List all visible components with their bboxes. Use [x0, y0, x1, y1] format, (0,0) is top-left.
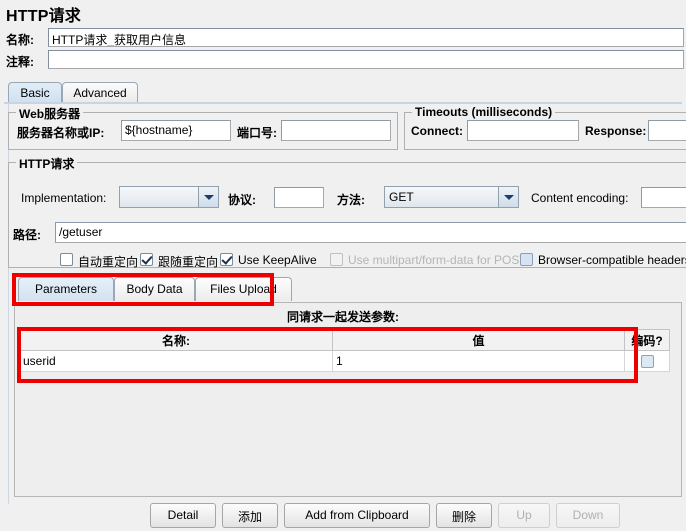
web-server-legend: Web服务器 [16, 105, 84, 122]
cell-param-name[interactable]: userid [19, 350, 333, 372]
name-input[interactable]: HTTP请求_获取用户信息 [48, 28, 684, 47]
chevron-down-icon[interactable] [198, 187, 218, 207]
parameters-caption: 同请求一起发送参数: [287, 310, 399, 324]
checkbox-label: 跟随重定向 [158, 255, 219, 269]
protocol-label: 协议: [228, 193, 256, 207]
tab-advanced[interactable]: Advanced [62, 82, 138, 103]
comment-input[interactable] [48, 50, 684, 69]
timeouts-legend: Timeouts (milliseconds) [412, 105, 556, 119]
chevron-down-icon[interactable] [498, 187, 518, 207]
encode-checkbox[interactable] [640, 355, 654, 369]
checkbox-box[interactable] [140, 253, 153, 266]
checkbox-label: Browser-compatible headers [538, 253, 686, 267]
name-label: 名称: [6, 33, 34, 47]
connect-timeout-input[interactable] [467, 120, 579, 141]
method-dropdown[interactable]: GET [384, 186, 519, 208]
port-input[interactable] [281, 120, 391, 141]
table-header-row: 名称: 值 编码? [19, 329, 670, 351]
method-value: GET [389, 190, 414, 204]
cell-param-value[interactable]: 1 [332, 350, 625, 372]
tab-body-data[interactable]: Body Data [114, 277, 195, 301]
parameter-sub-tabs: Parameters Body Data Files Upload [18, 277, 292, 301]
comment-row: 注释: [0, 50, 686, 71]
checkbox-box[interactable] [220, 253, 233, 266]
response-timeout-input[interactable] [648, 120, 686, 141]
implementation-dropdown[interactable] [119, 186, 219, 208]
server-name-label: 服务器名称或IP: [17, 126, 105, 140]
path-input[interactable]: /getuser [55, 222, 686, 243]
server-name-input[interactable]: ${hostname} [121, 120, 231, 141]
checkbox-label: Use KeepAlive [238, 253, 317, 267]
column-header-encode[interactable]: 编码? [624, 329, 670, 351]
port-label: 端口号: [237, 126, 277, 140]
request-options-row: 自动重定向 跟随重定向 Use KeepAlive Use multipart/… [12, 252, 686, 270]
http-request-panel: HTTP请求 名称: HTTP请求_获取用户信息 注释: Basic Advan… [0, 0, 686, 531]
checkbox-label: Use multipart/form-data for POST [348, 253, 527, 267]
checkbox-box [330, 253, 343, 266]
title-bar: HTTP请求 [0, 0, 686, 25]
move-down-button: Down [556, 503, 620, 528]
method-label: 方法: [337, 193, 365, 207]
content-encoding-input[interactable] [641, 187, 686, 208]
add-button[interactable]: 添加 [222, 503, 278, 528]
http-request-legend: HTTP请求 [16, 155, 78, 172]
main-tabs: Basic Advanced [4, 82, 686, 103]
name-row: 名称: HTTP请求_获取用户信息 [0, 28, 686, 49]
detail-button[interactable]: Detail [150, 503, 216, 528]
implementation-label: Implementation: [21, 191, 107, 205]
response-timeout-label: Response: [585, 124, 647, 138]
checkbox-label: 自动重定向 [78, 255, 139, 269]
add-from-clipboard-button[interactable]: Add from Clipboard [284, 503, 430, 528]
path-label: 路径: [13, 228, 41, 242]
protocol-input[interactable] [274, 187, 324, 208]
checkbox-box[interactable] [60, 253, 73, 266]
connect-timeout-label: Connect: [411, 124, 463, 138]
delete-button[interactable]: 删除 [436, 503, 492, 528]
tab-basic[interactable]: Basic [8, 82, 62, 103]
tab-files-upload[interactable]: Files Upload [195, 277, 292, 301]
move-up-button: Up [498, 503, 550, 528]
content-encoding-label: Content encoding: [531, 191, 629, 205]
tab-underline [4, 102, 682, 104]
table-row[interactable]: userid 1 [19, 350, 670, 372]
comment-label: 注释: [6, 55, 34, 69]
checkbox-box[interactable] [520, 253, 533, 266]
button-bar: Detail 添加 Add from Clipboard 删除 Up Down [0, 500, 686, 531]
web-server-group: Web服务器 服务器名称或IP: ${hostname} 端口号: [8, 105, 398, 150]
page-title: HTTP请求 [6, 8, 81, 25]
column-header-value[interactable]: 值 [332, 329, 625, 351]
column-header-name[interactable]: 名称: [19, 329, 333, 351]
timeouts-group: Timeouts (milliseconds) Connect: Respons… [404, 105, 686, 150]
parameters-table: 名称: 值 编码? userid 1 [19, 329, 670, 372]
tab-parameters[interactable]: Parameters [18, 277, 114, 301]
cell-param-encode[interactable] [624, 350, 670, 372]
